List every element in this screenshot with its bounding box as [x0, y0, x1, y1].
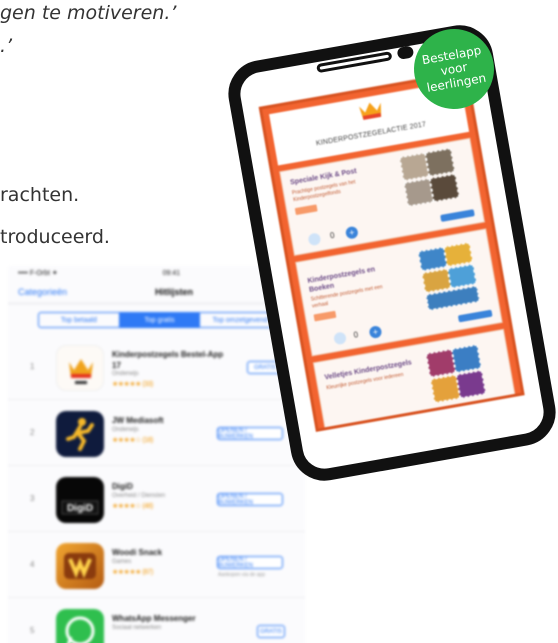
app-rating: ★★★★☆ (18): [112, 437, 153, 444]
app-rank: 3: [30, 494, 35, 503]
app-name: JW Mediasoft: [112, 416, 164, 425]
article-quote-line-1: gen te motiveren.’: [0, 2, 177, 24]
svg-text:DigiD: DigiD: [67, 503, 93, 514]
article-text-line-3: rachten.: [0, 184, 80, 206]
app-rank: 1: [30, 362, 35, 371]
article-quote-line-2: .’: [0, 35, 13, 57]
get-button[interactable]: GRATIS: [257, 625, 285, 638]
app-list-item[interactable]: 1 Kinderpostzegels Bestel-App 17 Onderwi…: [8, 334, 305, 400]
phone-speaker: [316, 51, 393, 74]
increase-quantity-button[interactable]: +: [344, 225, 359, 240]
stamp-sheet-image: [424, 342, 491, 407]
digid-app-icon[interactable]: DigiD: [56, 477, 104, 523]
app-category: Onderwijs: [112, 427, 139, 433]
quantity-value: 0: [352, 330, 359, 340]
product-price-tag: [313, 310, 337, 322]
page-title: Hitlijsten: [155, 286, 194, 297]
add-to-order-button[interactable]: [457, 309, 493, 323]
app-category: Overheid / Diensten: [112, 493, 166, 499]
decrease-quantity-button[interactable]: [333, 331, 347, 346]
status-carrier: •••• F-Orbt ✦: [18, 270, 58, 277]
app-list-item[interactable]: 3 DigiD DigiD Overheid / Diensten ★★★★☆ …: [8, 466, 305, 532]
segment-top-paid[interactable]: Top betaald: [39, 313, 120, 327]
segment-top-free[interactable]: Top gratis: [119, 313, 201, 327]
wood-block-app-icon[interactable]: [56, 543, 104, 589]
crown-logo-icon: [359, 102, 382, 120]
kinderpostzegels-app-icon[interactable]: [56, 345, 104, 391]
app-category: Sociaal netwerken: [112, 625, 162, 631]
app-rating: ★★★★☆ (48): [112, 503, 153, 510]
app-name: WhatsApp Messenger: [112, 614, 196, 623]
open-button[interactable]: OPENEN / BIJWERKEN: [217, 427, 283, 440]
chart-segmented-control: Top betaald Top gratis Top omzetgevend: [38, 312, 281, 328]
increase-quantity-button[interactable]: +: [368, 325, 383, 340]
app-category: Onderwijs: [112, 371, 139, 377]
app-rating: ★★★★★ (87): [112, 569, 153, 576]
app-rank: 5: [30, 626, 35, 635]
app-list-item[interactable]: 2 JW Mediasoft Onderwijs ★★★★☆ (18) OPEN…: [8, 400, 305, 466]
app-rank: 4: [30, 560, 35, 569]
app-rank: 2: [30, 428, 35, 437]
app-name: DigiD: [112, 482, 133, 491]
running-figure-app-icon[interactable]: [56, 411, 104, 457]
article-text-line-4: troduceerd.: [0, 226, 110, 248]
decrease-quantity-button[interactable]: [307, 232, 322, 247]
open-button[interactable]: OPENEN / BIJWERKEN: [217, 556, 283, 569]
add-to-order-button[interactable]: [440, 209, 475, 222]
open-button[interactable]: OPENEN / BIJWERKEN: [217, 493, 283, 506]
whatsapp-app-icon[interactable]: [56, 609, 104, 643]
app-category: Games: [112, 559, 132, 565]
app-rating: ★★★★★ (33): [112, 381, 153, 388]
app-name: Kinderpostzegels Bestel-App 17: [112, 350, 224, 370]
stamp-sheet-image: [397, 146, 464, 211]
phone-camera: [396, 45, 415, 60]
status-time: 09:41: [162, 269, 181, 277]
quantity-value: 0: [329, 230, 336, 241]
phone-screen: KINDERPOSTZEGELACTIE 2017 Speciale Kijk …: [258, 70, 525, 432]
app-name: Woodi Snack: [112, 548, 163, 557]
app-list-item[interactable]: 4 Woodi Snack Games ★★★★★ (87) OPENEN / …: [8, 532, 305, 598]
categories-back-button[interactable]: Categorieën: [18, 287, 67, 297]
stamp-sheet-image: [416, 240, 484, 313]
in-app-purchases-note: Aankopen via de app: [218, 572, 265, 578]
product-price-tag: [294, 204, 318, 216]
app-store-screenshot: •••• F-Orbt ✦ 09:41 ▮ ■ Categorieën Hitl…: [8, 266, 305, 643]
app-list-item[interactable]: 5 WhatsApp Messenger Sociaal netwerken G…: [8, 598, 305, 643]
